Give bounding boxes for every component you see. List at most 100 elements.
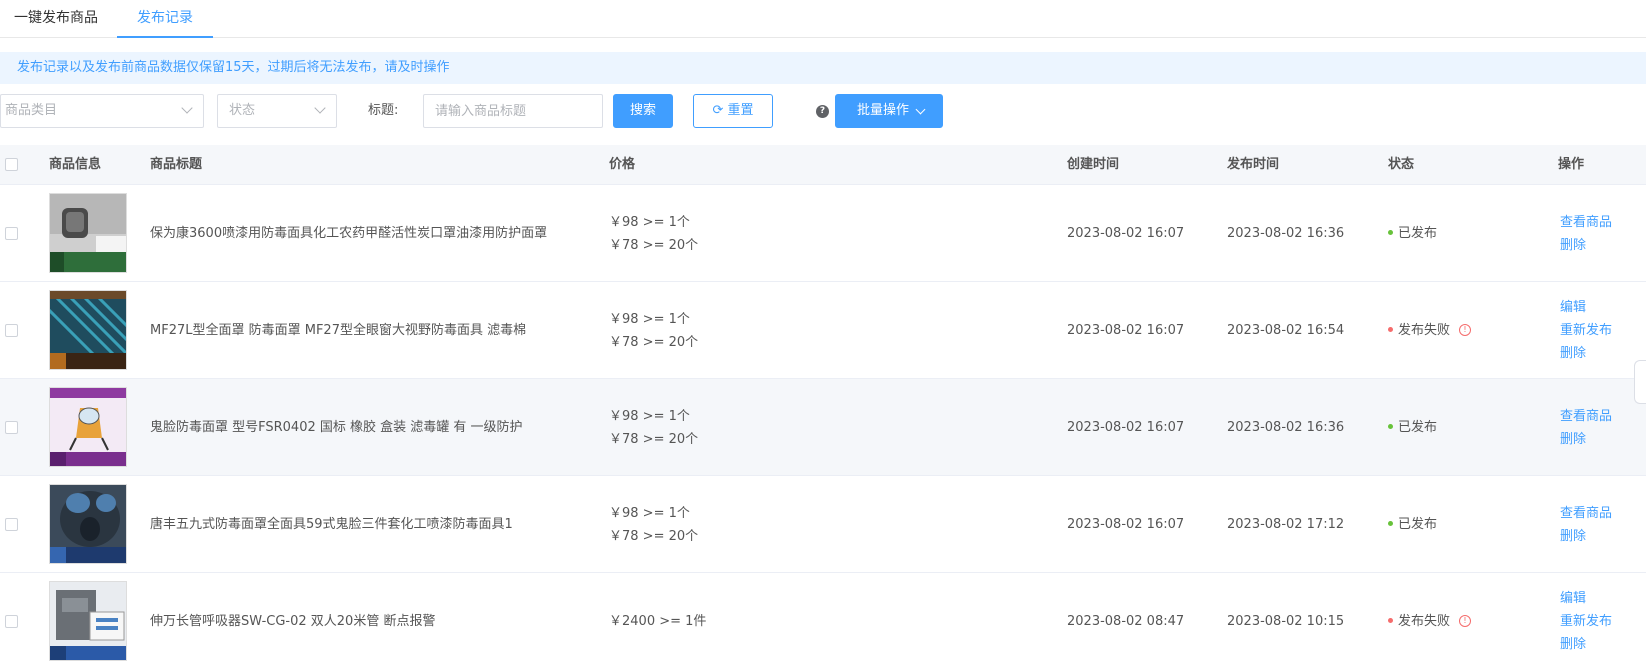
batch-operation-button[interactable]: 批量操作 [835, 94, 943, 128]
delete-link[interactable]: 删除 [1560, 234, 1612, 257]
status-text: 已发布 [1398, 226, 1438, 241]
delete-link[interactable]: 删除 [1560, 525, 1612, 548]
created-time: 2023-08-02 16:07 [1067, 420, 1185, 435]
help-icon[interactable]: ? [816, 105, 829, 118]
row-checkbox[interactable] [5, 227, 18, 240]
product-thumbnail[interactable] [49, 193, 127, 273]
product-thumbnail[interactable] [49, 581, 127, 661]
status-text: 发布失败 [1398, 323, 1451, 338]
select-all-checkbox[interactable] [5, 158, 18, 171]
status-dot-icon [1388, 230, 1393, 235]
publish-time: 2023-08-02 17:12 [1227, 517, 1345, 532]
view-product-link[interactable]: 查看商品 [1560, 405, 1612, 428]
refresh-icon: ⟳ [712, 103, 724, 118]
status-text: 已发布 [1398, 420, 1438, 435]
created-time: 2023-08-02 16:07 [1067, 517, 1185, 532]
price-tier: ￥98 >= 1个 [609, 408, 690, 424]
chevron-down-icon [915, 104, 926, 115]
status-text: 已发布 [1398, 517, 1438, 532]
operations-cell: 查看商品 删除 [1560, 476, 1612, 573]
price-cell: ￥2400 >= 1件 [609, 573, 706, 664]
price-tier: ￥78 >= 20个 [609, 334, 699, 350]
product-title: 伸万长管呼吸器SW-CG-02 双人20米管 断点报警 [150, 614, 436, 629]
table-row: 唐丰五九式防毒面罩全面具59式鬼脸三件套化工喷漆防毒面具1 ￥98 >= 1个 … [0, 476, 1646, 573]
header-created-time: 创建时间 [1067, 157, 1120, 172]
header-operations: 操作 [1558, 157, 1585, 172]
publish-time: 2023-08-02 16:54 [1227, 323, 1345, 338]
product-title: 鬼脸防毒面罩 型号FSR0402 国标 橡胶 盒装 滤毒罐 有 一级防护 [150, 420, 523, 435]
view-product-link[interactable]: 查看商品 [1560, 211, 1612, 234]
product-thumbnail[interactable] [49, 484, 127, 564]
delete-link[interactable]: 删除 [1560, 342, 1612, 365]
product-title: 保为康3600喷漆用防毒面具化工农药甲醛活性炭口罩油漆用防护面罩 [150, 226, 548, 241]
tab-publish-records[interactable]: 发布记录 [117, 0, 213, 38]
header-product-info: 商品信息 [49, 157, 102, 172]
status-dot-icon [1388, 618, 1393, 623]
status-cell: 发布失败! [1388, 282, 1472, 379]
tab-bar: 一键发布商品 发布记录 [0, 0, 1646, 38]
chevron-down-icon [314, 102, 326, 114]
publish-time: 2023-08-02 16:36 [1227, 420, 1345, 435]
delete-link[interactable]: 删除 [1560, 633, 1612, 656]
row-checkbox[interactable] [5, 324, 18, 337]
reset-button[interactable]: ⟳ 重置 [693, 94, 773, 128]
republish-link[interactable]: 重新发布 [1560, 319, 1612, 342]
price-tier: ￥78 >= 20个 [609, 528, 699, 544]
header-publish-time: 发布时间 [1227, 157, 1280, 172]
title-search-input[interactable] [423, 94, 603, 128]
header-price: 价格 [609, 157, 636, 172]
product-thumbnail[interactable] [49, 387, 127, 467]
tab-one-click-publish[interactable]: 一键发布商品 [0, 0, 112, 38]
created-time: 2023-08-02 16:07 [1067, 323, 1185, 338]
status-cell: 已发布 [1388, 476, 1437, 573]
row-checkbox[interactable] [5, 421, 18, 434]
product-title: MF27L型全面罩 防毒面罩 MF27型全眼窗大视野防毒面具 滤毒棉 [150, 323, 527, 338]
table-row: 鬼脸防毒面罩 型号FSR0402 国标 橡胶 盒装 滤毒罐 有 一级防护 ￥98… [0, 379, 1646, 476]
republish-link[interactable]: 重新发布 [1560, 610, 1612, 633]
reset-button-label: 重置 [727, 103, 754, 118]
chevron-down-icon [181, 102, 193, 114]
status-cell: 已发布 [1388, 379, 1437, 476]
table-row: 保为康3600喷漆用防毒面具化工农药甲醛活性炭口罩油漆用防护面罩 ￥98 >= … [0, 185, 1646, 282]
product-title: 唐丰五九式防毒面罩全面具59式鬼脸三件套化工喷漆防毒面具1 [150, 517, 513, 532]
table-row: MF27L型全面罩 防毒面罩 MF27型全眼窗大视野防毒面具 滤毒棉 ￥98 >… [0, 282, 1646, 379]
operations-cell: 查看商品 删除 [1560, 379, 1612, 476]
edit-link[interactable]: 编辑 [1560, 296, 1612, 319]
row-checkbox[interactable] [5, 615, 18, 628]
row-checkbox[interactable] [5, 518, 18, 531]
product-thumbnail[interactable] [49, 290, 127, 370]
title-label: 标题: [368, 103, 399, 118]
price-tier: ￥98 >= 1个 [609, 214, 690, 230]
table-header: 商品信息 商品标题 价格 创建时间 发布时间 状态 操作 [0, 145, 1646, 185]
status-cell: 已发布 [1388, 185, 1437, 282]
delete-link[interactable]: 删除 [1560, 428, 1612, 451]
status-dot-icon [1388, 327, 1393, 332]
search-button[interactable]: 搜索 [613, 94, 673, 128]
operations-cell: 编辑 重新发布 删除 [1560, 282, 1612, 379]
side-drawer-handle[interactable] [1634, 360, 1646, 404]
error-info-icon[interactable]: ! [1459, 614, 1472, 627]
edit-link[interactable]: 编辑 [1560, 587, 1612, 610]
price-cell: ￥98 >= 1个 ￥78 >= 20个 [609, 379, 698, 476]
status-text: 发布失败 [1398, 614, 1451, 629]
price-tier: ￥78 >= 20个 [609, 431, 699, 447]
price-cell: ￥98 >= 1个 ￥78 >= 20个 [609, 282, 698, 379]
retention-notice: 发布记录以及发布前商品数据仅保留15天，过期后将无法发布，请及时操作 [0, 52, 1646, 84]
status-select[interactable]: 状态 [217, 94, 337, 128]
publish-time: 2023-08-02 16:36 [1227, 226, 1345, 241]
batch-operation-label: 批量操作 [856, 103, 909, 118]
price-tier: ￥98 >= 1个 [609, 311, 690, 327]
category-select-placeholder: 商品类目 [5, 103, 58, 118]
status-select-placeholder: 状态 [229, 103, 256, 118]
price-tier: ￥98 >= 1个 [609, 505, 690, 521]
price-tier: ￥78 >= 20个 [609, 237, 699, 253]
error-info-icon[interactable]: ! [1459, 323, 1472, 336]
operations-cell: 编辑 重新发布 删除 [1560, 573, 1612, 664]
header-product-title: 商品标题 [150, 157, 203, 172]
price-tier: ￥2400 >= 1件 [609, 614, 707, 629]
price-cell: ￥98 >= 1个 ￥78 >= 20个 [609, 185, 698, 282]
status-cell: 发布失败! [1388, 573, 1472, 664]
category-select[interactable]: 商品类目 [0, 94, 204, 128]
view-product-link[interactable]: 查看商品 [1560, 502, 1612, 525]
operations-cell: 查看商品 删除 [1560, 185, 1612, 282]
